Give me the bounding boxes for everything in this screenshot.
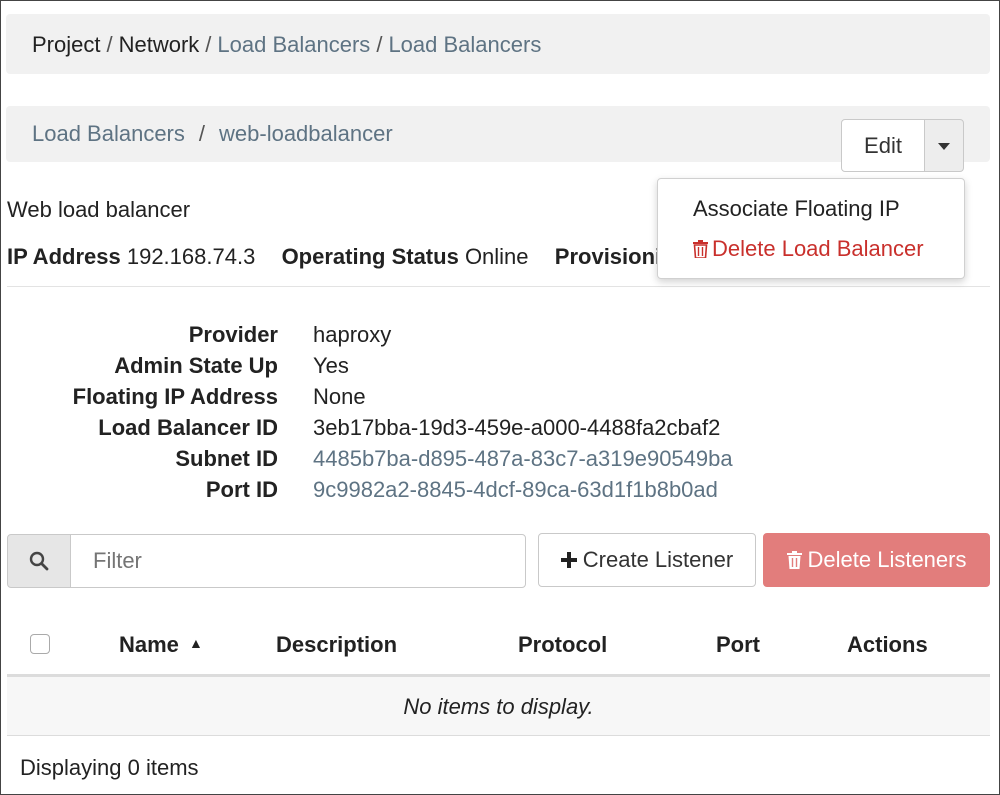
provisioning-status-label: Provisioni: [554, 244, 662, 269]
create-listener-button[interactable]: Create Listener: [538, 533, 756, 587]
delete-load-balancer-label: Delete Load Balancer: [712, 236, 924, 261]
caret-down-icon: [938, 142, 950, 150]
breadcrumb-separator: /: [205, 32, 212, 57]
breadcrumb-project[interactable]: Project: [32, 32, 100, 57]
column-header-description[interactable]: Description: [276, 632, 397, 658]
header-crumb-separator: /: [198, 121, 206, 146]
lb-summary-line: IP Address 192.168.74.3 Operating Status…: [7, 244, 661, 270]
edit-button[interactable]: Edit: [841, 119, 925, 172]
divider: [7, 286, 990, 287]
delete-listeners-button[interactable]: Delete Listeners: [763, 533, 990, 587]
port-id-link[interactable]: 9c9982a2-8845-4dcf-89ca-63d1f1b8b0ad: [313, 477, 718, 503]
breadcrumb-separator: /: [376, 32, 383, 57]
breadcrumb-load-balancers[interactable]: Load Balancers: [217, 32, 370, 57]
admin-state-up-value: Yes: [313, 353, 349, 378]
associate-floating-ip-label: Associate Floating IP: [693, 196, 900, 221]
load-balancer-id-label: Load Balancer ID: [98, 415, 278, 440]
delete-listeners-label: Delete Listeners: [807, 547, 967, 572]
operating-status-value: Online: [464, 244, 529, 269]
column-header-name-label: Name: [119, 632, 179, 657]
column-header-port[interactable]: Port: [716, 632, 760, 658]
empty-table-message: No items to display.: [403, 694, 594, 719]
page-title: web-loadbalancer: [219, 121, 393, 146]
sort-ascending-icon: ▲: [189, 635, 203, 651]
search-icon: [29, 551, 49, 571]
subnet-id-label: Subnet ID: [175, 446, 278, 471]
operating-status-label: Operating Status: [281, 244, 459, 269]
create-listener-label: Create Listener: [582, 547, 734, 572]
table-footer-count: Displaying 0 items: [20, 755, 199, 780]
provider-label: Provider: [188, 322, 278, 347]
delete-load-balancer-menu-item[interactable]: Delete Load Balancer: [693, 236, 924, 262]
port-id-label: Port ID: [205, 477, 278, 502]
column-header-protocol[interactable]: Protocol: [518, 632, 607, 658]
header-crumb-load-balancers[interactable]: Load Balancers: [32, 121, 185, 146]
actions-dropdown-menu: Associate Floating IP Delete Load Balanc…: [657, 178, 965, 279]
column-header-name[interactable]: Name ▲: [119, 632, 203, 658]
edit-button-label: Edit: [864, 132, 902, 158]
provider-value: haproxy: [313, 322, 392, 347]
ip-address-value: 192.168.74.3: [126, 244, 256, 269]
breadcrumb: Project / Network / Load Balancers / Load Bala…: [6, 14, 990, 74]
ip-address-label: IP Address: [7, 244, 121, 269]
plus-icon: [560, 552, 577, 568]
associate-floating-ip-menu-item[interactable]: Associate Floating IP: [693, 196, 900, 222]
trash-icon: [693, 240, 708, 259]
floating-ip-address-value: None: [313, 384, 366, 409]
empty-table-row: No items to display.: [7, 677, 990, 736]
load-balancer-id-value: 3eb17bba-19d3-459e-a000-4488fa2cbaf2: [313, 415, 721, 440]
actions-dropdown-toggle[interactable]: [924, 119, 964, 172]
filter-input[interactable]: [70, 534, 526, 588]
filter-search-button[interactable]: [7, 534, 71, 588]
trash-icon: [786, 551, 802, 569]
lb-description: Web load balancer: [7, 197, 191, 222]
admin-state-up-label: Admin State Up: [114, 353, 278, 378]
breadcrumb-separator: /: [106, 32, 113, 57]
column-header-actions: Actions: [847, 632, 928, 657]
select-all-checkbox[interactable]: [30, 634, 50, 654]
breadcrumb-load-balancers-current: Load Balancers: [388, 32, 542, 57]
breadcrumb-network[interactable]: Network: [119, 32, 200, 57]
floating-ip-address-label: Floating IP Address: [72, 384, 278, 409]
subnet-id-link[interactable]: 4485b7ba-d895-487a-83c7-a319e90549ba: [313, 446, 733, 472]
